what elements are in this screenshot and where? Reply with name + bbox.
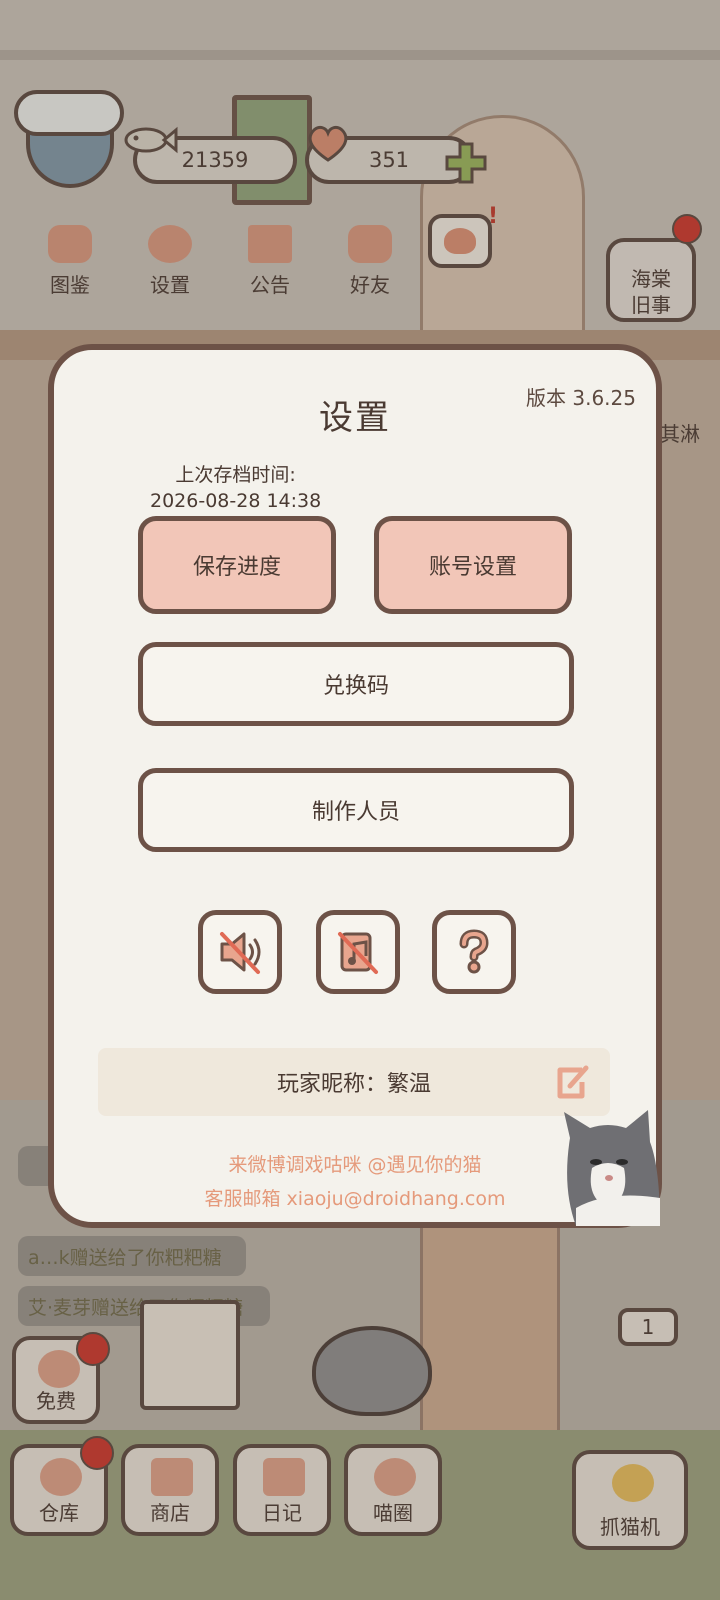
- save-progress-button[interactable]: 保存进度: [138, 516, 336, 614]
- credits-button[interactable]: 制作人员: [138, 768, 574, 852]
- redeem-code-button[interactable]: 兑换码: [138, 642, 574, 726]
- sound-muted-icon: [220, 932, 261, 974]
- sound-toggle-button[interactable]: [198, 910, 282, 994]
- account-settings-button[interactable]: 账号设置: [374, 516, 572, 614]
- last-save-label: 上次存档时间:: [175, 464, 296, 486]
- nickname-bar: 玩家昵称：繁温: [98, 1048, 610, 1116]
- nickname-text: 玩家昵称：繁温: [276, 1072, 431, 1097]
- help-button[interactable]: [432, 910, 516, 994]
- question-mark-icon: [459, 929, 489, 974]
- last-save-time: 上次存档时间: 2026-08-28 14:38: [150, 462, 321, 514]
- last-save-value: 2026-08-28 14:38: [150, 490, 322, 512]
- cat-photo: [564, 1110, 660, 1226]
- settings-dialog: 设置 版本 3.6.25 上次存档时间: 2026-08-28 14:38 保存…: [48, 344, 662, 1228]
- edit-icon[interactable]: [552, 1062, 592, 1102]
- music-toggle-button[interactable]: [316, 910, 400, 994]
- music-muted-icon: [338, 932, 378, 974]
- version-label: 版本 3.6.25: [526, 386, 636, 410]
